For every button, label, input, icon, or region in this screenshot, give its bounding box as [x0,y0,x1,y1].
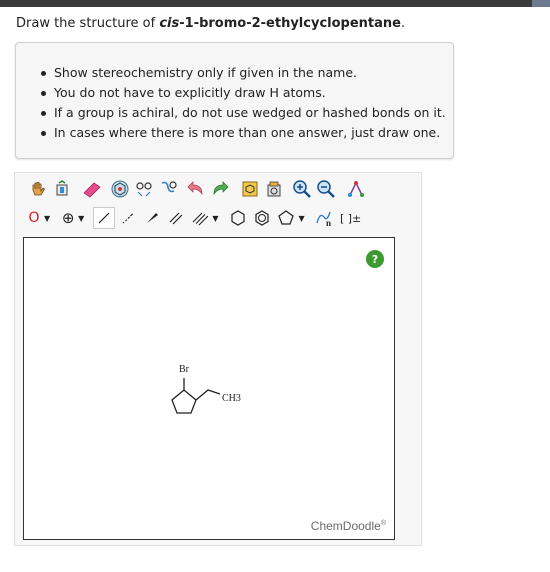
cut-copy-icon[interactable] [133,178,155,200]
ethyl-bonds [195,389,221,401]
template-ring-icon[interactable] [109,178,131,200]
toolbar-row-2: O ▼ ⊕ ▼ ▼ ▼ n []± [25,206,366,230]
redo-icon[interactable] [209,178,231,200]
top-bar [0,0,550,7]
instruction-item: Show stereochemistry only if given in th… [41,63,446,83]
instruction-item: You do not have to explicitly draw H ato… [41,83,446,103]
eraser-icon[interactable] [81,178,103,200]
zoom-out-icon[interactable] [315,178,337,200]
instruction-item: If a group is achiral, do not use wedged… [41,103,446,123]
paste-icon[interactable] [157,178,179,200]
bracket-icon: [ ]± [339,211,362,225]
cyclopentane-icon[interactable] [275,207,297,229]
stereo-descriptor: cis [159,16,180,31]
instructions-list: Show stereochemistry only if given in th… [41,63,446,143]
undo-icon[interactable] [185,178,207,200]
triple-bond-icon[interactable] [189,207,211,229]
hand-pan-icon[interactable] [27,178,49,200]
chevron-down-icon[interactable]: ▼ [298,214,304,223]
compound-name: -1-bromo-2-ethylcyclopentane [179,16,401,31]
clean-structure-icon[interactable] [345,178,367,200]
chemdoodle-sketcher: O ▼ ⊕ ▼ ▼ ▼ n []± ? Br CH3 ChemDoodle® [14,172,422,546]
atom-label-ch3: CH3 [222,393,241,404]
registered-mark: ® [380,520,386,527]
lasso-select-icon[interactable] [51,178,73,200]
question-text: Draw the structure of cis-1-bromo-2-ethy… [16,16,406,31]
element-label: O [28,210,40,226]
charge-icon: ⊕ [61,209,75,227]
instruction-item: In cases where there is more than one an… [41,123,446,143]
center-icon[interactable] [239,178,261,200]
zoom-in-icon[interactable] [291,178,313,200]
chemdoodle-brand: ChemDoodle® [310,519,386,533]
chevron-down-icon[interactable]: ▼ [44,214,50,223]
molecule-drawing: Br CH3 [171,364,241,414]
hashed-bond-icon[interactable] [117,207,139,229]
corner-logo-icon [532,0,550,7]
charge-tool[interactable]: ⊕ [59,207,77,229]
element-picker[interactable]: O [25,207,43,229]
single-bond-icon[interactable] [93,207,116,229]
instructions-box: Show stereochemistry only if given in th… [15,42,454,159]
atom-label-br: Br [179,364,190,375]
wedge-bond-icon[interactable] [141,207,163,229]
cyclohexane-icon[interactable] [227,207,249,229]
chevron-down-icon[interactable]: ▼ [212,214,218,223]
drawing-canvas[interactable]: ? Br CH3 ChemDoodle® [23,237,395,540]
chevron-down-icon[interactable]: ▼ [78,214,84,223]
sn-label: n [326,218,331,228]
bracket-tool[interactable]: [ ]± [338,207,364,229]
clear-canvas-icon[interactable] [263,178,285,200]
cyclopentane-ring [171,389,197,414]
benzene-icon[interactable] [251,207,273,229]
double-bond-icon[interactable] [165,207,187,229]
toolbar-row-1 [27,177,369,201]
ring-bonds [171,389,197,414]
sn-chain-icon[interactable]: n [314,207,336,229]
